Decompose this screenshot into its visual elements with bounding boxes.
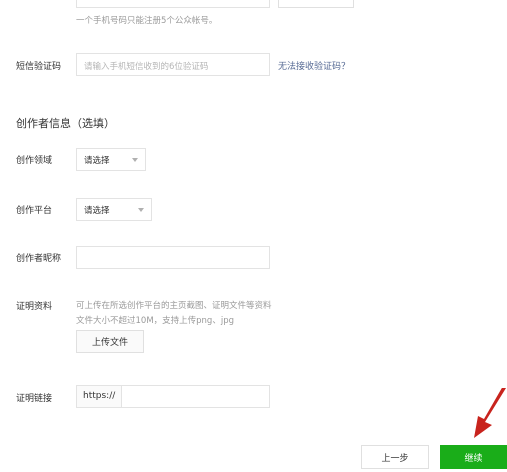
proof-link-label: 证明链接 (16, 394, 53, 404)
creator-nickname-input-box (76, 246, 270, 271)
creator-section-title: 创作者信息（选填） (16, 117, 115, 130)
get-code-button[interactable] (278, 0, 354, 8)
chevron-down-icon (132, 157, 138, 162)
chevron-down-icon (138, 207, 144, 212)
phone-hint: 一个手机号码只能注册5个公众帐号。 (76, 16, 218, 26)
sms-code-input-box (76, 53, 270, 78)
creator-nickname-input[interactable] (77, 249, 269, 271)
phone-input[interactable] (76, 0, 270, 8)
creation-domain-select[interactable]: 请选择 (76, 148, 146, 171)
upload-file-button[interactable]: 上传文件 (76, 330, 144, 353)
creation-domain-label: 创作领域 (16, 156, 53, 166)
red-arrow-icon (474, 388, 506, 438)
creation-platform-value: 请选择 (84, 205, 110, 216)
creation-platform-label: 创作平台 (16, 206, 53, 216)
proof-material-desc-2: 文件大小不超过10M，支持上传png、jpg (76, 316, 234, 326)
creation-domain-value: 请选择 (84, 155, 110, 166)
sms-code-label: 短信验证码 (16, 62, 62, 72)
proof-material-desc-1: 可上传在所选创作平台的主页截图、证明文件等资料 (76, 301, 272, 311)
sms-help-link[interactable]: 无法接收验证码？ (278, 59, 350, 72)
proof-link-input[interactable] (122, 386, 269, 407)
proof-link-prefix: https:// (77, 386, 123, 407)
sms-code-input[interactable] (77, 56, 269, 78)
creation-platform-select[interactable]: 请选择 (76, 198, 152, 221)
continue-button[interactable]: 继续 (440, 445, 507, 469)
proof-link-input-box: https:// (76, 385, 270, 408)
previous-step-button[interactable]: 上一步 (361, 445, 429, 469)
creator-nickname-label: 创作者昵称 (16, 254, 62, 264)
proof-material-label: 证明资料 (16, 302, 53, 312)
